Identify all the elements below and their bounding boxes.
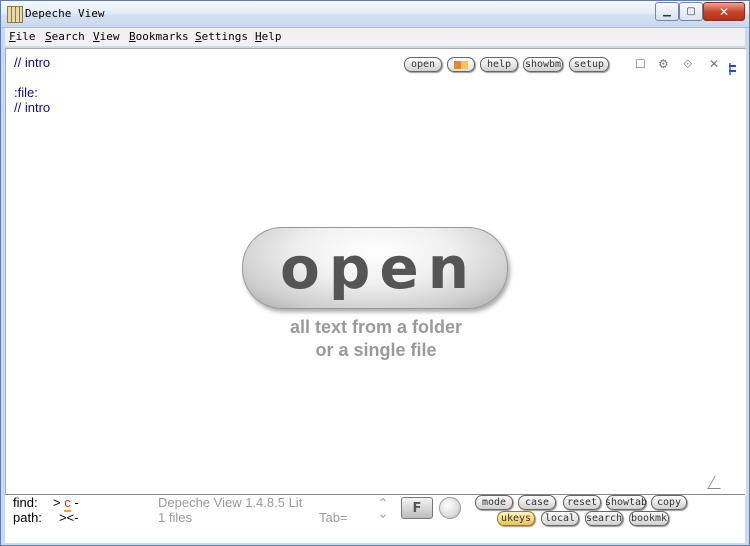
app-window: Depeche View ▁ ▢ ✕ File Search View Book… <box>0 0 750 546</box>
maximize-button[interactable]: ▢ <box>679 2 703 21</box>
open-hero-label: open <box>280 234 478 302</box>
path-field[interactable]: ><- <box>59 510 79 525</box>
close-icon: ✕ <box>718 4 730 19</box>
search-button[interactable]: search <box>585 511 623 526</box>
f-label: F <box>412 500 422 516</box>
case-button[interactable]: case <box>518 495 556 510</box>
title-bar[interactable]: Depeche View ▁ ▢ ✕ <box>1 1 749 28</box>
find-prompt: > <box>53 495 61 510</box>
tab-label: Tab= <box>319 510 348 525</box>
minimize-icon: ▁ <box>663 6 671 17</box>
updown-icon[interactable]: ⌃ ⌄ <box>373 497 393 521</box>
menu-bookmarks[interactable]: Bookmarks <box>129 30 189 43</box>
tagline-line-2: or a single file <box>315 340 437 360</box>
app-icon <box>7 6 23 23</box>
circle-button[interactable] <box>439 497 461 519</box>
app-version: Depeche View 1.4.8.5 Lit <box>158 495 303 510</box>
menu-help[interactable]: Help <box>255 30 282 43</box>
ukeys-button[interactable]: ukeys <box>497 511 535 526</box>
find-field[interactable]: > c - <box>53 495 79 512</box>
open-button[interactable]: open <box>404 57 442 72</box>
layout-icon <box>454 60 468 69</box>
files-count: 1 files <box>158 510 192 525</box>
copy-button[interactable]: copy <box>651 495 687 510</box>
editor-line: // intro <box>14 100 51 115</box>
tagline-line-1: all text from a folder <box>289 317 463 337</box>
menu-bar: File Search View Bookmarks Settings Help <box>5 28 745 47</box>
square-icon[interactable]: ☐ <box>635 57 646 71</box>
menu-view[interactable]: View <box>93 30 120 43</box>
f-button[interactable]: F <box>401 497 433 519</box>
editor-line: // intro <box>14 55 51 70</box>
path-label: path: <box>13 510 42 525</box>
local-button[interactable]: local <box>541 511 579 526</box>
window-title: Depeche View <box>25 7 105 20</box>
minimize-button[interactable]: ▁ <box>655 2 679 21</box>
menu-settings[interactable]: Settings <box>195 30 248 43</box>
menu-search[interactable]: Search <box>45 30 85 43</box>
mode-button[interactable]: mode <box>475 495 513 510</box>
open-hero-button[interactable]: open <box>242 227 508 309</box>
showbm-button[interactable]: showbm <box>523 57 563 72</box>
close-view-icon[interactable]: ✕ <box>709 57 719 71</box>
find-label: find: <box>13 495 38 510</box>
scroll-position-icon[interactable] <box>729 63 738 75</box>
menu-file[interactable]: File <box>9 30 36 43</box>
find-tail: - <box>74 495 79 510</box>
layout-toggle-button[interactable] <box>447 57 475 72</box>
gear-icon[interactable]: ⚙ <box>658 57 669 71</box>
resize-corner-icon[interactable] <box>707 476 728 489</box>
text-view[interactable]: // intro :file: // intro open help showb… <box>5 48 746 495</box>
showtab-button[interactable]: showtab <box>605 495 647 510</box>
bookmk-button[interactable]: bookmk <box>629 511 669 526</box>
setup-button[interactable]: setup <box>569 57 609 72</box>
status-bar: find: > c - path: ><- Depeche View 1.4.8… <box>5 494 745 543</box>
help-button[interactable]: help <box>480 57 518 72</box>
reset-button[interactable]: reset <box>563 495 601 510</box>
expand-icon[interactable]: ⟐ <box>683 57 692 72</box>
maximize-icon: ▢ <box>686 6 696 17</box>
close-button[interactable]: ✕ <box>703 2 745 21</box>
editor-line: :file: <box>14 85 38 100</box>
